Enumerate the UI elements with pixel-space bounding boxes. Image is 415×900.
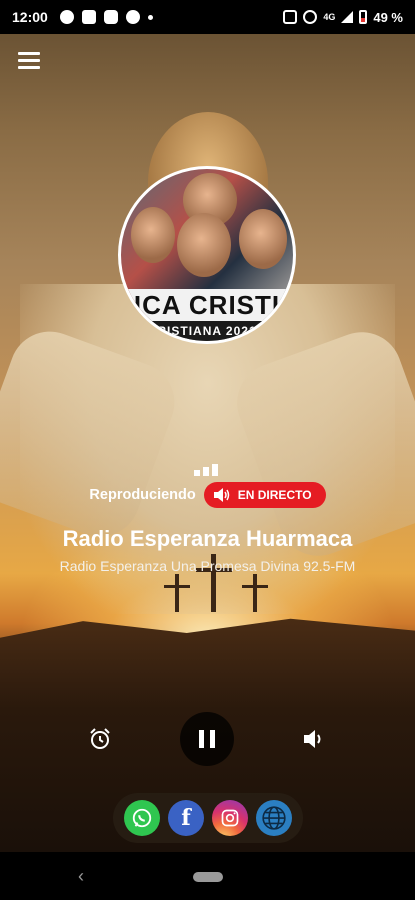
system-nav-bar: ‹: [0, 852, 415, 900]
facebook-letter: f: [181, 805, 191, 831]
hotspot-icon: [303, 10, 318, 24]
wifi-calling-icon: [283, 10, 298, 24]
alarm-clock-icon[interactable]: [88, 727, 112, 751]
album-banner: ICA CRISTI: [121, 289, 293, 321]
album-subtitle: RISTIANA 2021: [121, 321, 293, 341]
globe-icon[interactable]: [256, 800, 292, 836]
artist-face: [131, 207, 175, 263]
dot-icon: [147, 14, 153, 20]
status-time: 12:00: [12, 9, 48, 25]
social-bar: f: [113, 793, 303, 843]
hamburger-menu-icon[interactable]: [18, 52, 40, 70]
system-icons: 4G 49 %: [283, 10, 403, 25]
pause-icon: [199, 730, 204, 748]
signal-icon: [341, 11, 354, 23]
cross-left: [175, 574, 179, 612]
artist-face: [177, 213, 231, 277]
player-controls: [0, 712, 415, 766]
mic-icon: [59, 10, 74, 24]
back-icon[interactable]: ‹: [78, 866, 84, 887]
cross-right: [253, 574, 257, 612]
volume-icon[interactable]: [302, 727, 328, 751]
cross-left-bar: [164, 585, 190, 588]
live-badge: EN DIRECTO: [203, 482, 326, 508]
youtube-icon: [103, 10, 118, 24]
whatsapp-icon[interactable]: [124, 800, 160, 836]
album-art: ICA CRISTI RISTIANA 2021: [118, 166, 296, 344]
station-name: Radio Esperanza Huarmaca: [62, 526, 353, 551]
equalizer-icon: [194, 464, 218, 476]
artist-face: [239, 209, 287, 269]
live-label: EN DIRECTO: [237, 488, 312, 502]
instagram-icon[interactable]: [212, 800, 248, 836]
pause-button[interactable]: [180, 712, 234, 766]
station-slogan: Radio Esperanza Una Promesa Divina 92.5-…: [59, 558, 356, 574]
speaker-icon: [213, 488, 230, 502]
battery-icon: [359, 10, 368, 24]
notification-icons: [59, 10, 153, 24]
network-type: 4G: [323, 12, 336, 22]
home-pill[interactable]: [193, 872, 223, 882]
playback-status-row: Reproduciendo EN DIRECTO: [0, 482, 415, 508]
status-bar: 12:00 4G 49 %: [0, 0, 415, 34]
cross-right-bar: [242, 585, 268, 588]
playing-label: Reproduciendo: [89, 487, 196, 503]
battery-percent: 49 %: [373, 9, 403, 25]
message-icon: [81, 10, 96, 24]
facebook-icon[interactable]: f: [168, 800, 204, 836]
sync-icon: [125, 10, 140, 24]
